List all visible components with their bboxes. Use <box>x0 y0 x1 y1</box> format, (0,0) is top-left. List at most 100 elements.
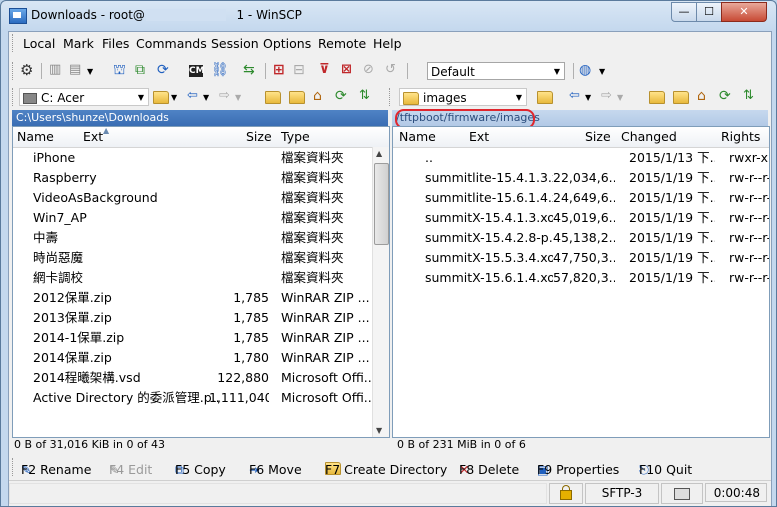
right-col-size[interactable]: Size <box>585 127 611 147</box>
left-drive-select[interactable]: C: Acer ▼ <box>19 88 149 106</box>
left-vertical-scrollbar[interactable]: ▲ ▼ <box>372 147 389 437</box>
folder-icon <box>403 92 419 105</box>
refresh-queue-icon[interactable]: ⟳ <box>157 62 175 80</box>
left-col-type[interactable]: Type <box>281 127 310 147</box>
table-row[interactable]: iPhone 檔案資料夾 <box>13 148 373 168</box>
queue-icon[interactable]: ⛫ <box>113 62 131 80</box>
table-row[interactable]: summitlite-15.6.1.4.x...24,649,6... 2015/… <box>393 188 769 208</box>
table-row[interactable]: summitlite-15.4.1.3.x...22,034,6... 2015/… <box>393 168 769 188</box>
right-col-rights[interactable]: Rights <box>721 127 760 147</box>
transfer-profile-select[interactable]: Default ▼ <box>427 62 565 80</box>
file-size: 45,019,6... <box>553 210 615 225</box>
elapsed-time-cell: 0:00:48 <box>705 483 767 502</box>
table-row[interactable]: 2014保單.zip 1,780 WinRAR ZIP ... <box>13 348 373 368</box>
left-file-panel[interactable]: Name Ext ▲ Size Type iPhone 檔案資料夾 Raspberr… <box>12 126 390 438</box>
putty-icon[interactable]: ⛓ <box>211 62 229 80</box>
right-root-dir-icon[interactable] <box>673 90 691 108</box>
left-forward-chevron-icon[interactable]: ▼ <box>235 93 253 111</box>
right-col-name[interactable]: Name <box>399 127 436 147</box>
right-refresh-icon[interactable]: ⟳ <box>719 88 737 106</box>
filter-icon[interactable]: ⊽ <box>319 62 337 80</box>
table-row[interactable]: Win7_AP 檔案資料夾 <box>13 208 373 228</box>
table-row[interactable]: 2012保單.zip 1,785 WinRAR ZIP ... <box>13 288 373 308</box>
synchronize-icon[interactable]: ▤ <box>69 62 87 80</box>
table-row[interactable]: Active Directory 的委派管理.p... 1,111,040 Micr… <box>13 388 373 408</box>
right-col-ext[interactable]: Ext <box>469 127 489 147</box>
menu-session[interactable]: Session <box>211 36 259 51</box>
clear-selection-icon[interactable]: ⊘ <box>363 62 381 80</box>
file-type: 檔案資料夾 <box>281 190 344 205</box>
copy-label: F5 Copy <box>175 462 226 477</box>
maximize-button[interactable]: ☐ <box>696 2 722 22</box>
left-root-dir-icon[interactable] <box>289 90 307 108</box>
close-button[interactable]: ✕ <box>721 2 767 22</box>
menu-mark[interactable]: Mark <box>63 36 94 51</box>
menu-help[interactable]: Help <box>373 36 402 51</box>
open-directory-icon[interactable] <box>153 90 171 108</box>
menu-options[interactable]: Options <box>263 36 311 51</box>
table-row[interactable]: 時尚惡魔 檔案資料夾 <box>13 248 373 268</box>
left-refresh-icon[interactable]: ⟳ <box>335 88 353 106</box>
globe-dropdown-chevron-icon[interactable]: ▼ <box>599 67 617 85</box>
file-size: 1,785 <box>233 310 269 325</box>
toolbar-grip[interactable] <box>12 62 16 80</box>
menu-files[interactable]: Files <box>102 36 129 51</box>
right-open-directory-icon[interactable] <box>537 90 555 108</box>
scroll-up-icon[interactable]: ▲ <box>376 149 382 158</box>
right-col-changed[interactable]: Changed <box>621 127 677 147</box>
left-parent-dir-icon[interactable] <box>265 90 283 108</box>
table-row[interactable]: summitX-15.4.1.3.xos 45,019,6... 2015/1/19… <box>393 208 769 228</box>
select-files-icon[interactable]: ⊞ <box>273 62 291 80</box>
transfer-settings-icon[interactable]: ⇆ <box>243 62 261 80</box>
address-toolbar: C: Acer ▼ ▼ ⇦ ▼ ⇨ ▼ ⌂ ⟳ ⇅ images ▼ ⇦ ▼ ⇨… <box>9 84 771 110</box>
table-row[interactable]: 2014-1保單.zip 1,785 WinRAR ZIP ... <box>13 328 373 348</box>
menu-local[interactable]: Local <box>23 36 55 51</box>
left-address-grip[interactable] <box>12 88 16 106</box>
table-row[interactable]: .. 2015/1/13 下... rwxr-xr-x <box>393 148 769 168</box>
right-directory-select[interactable]: images ▼ <box>399 88 527 106</box>
globe-icon[interactable]: ◍ <box>579 62 597 80</box>
move-label: F6 Move <box>249 462 302 477</box>
title-bar[interactable]: Downloads - root@1 1 - WinSCP — ☐ ✕ <box>1 1 776 31</box>
scroll-down-icon[interactable]: ▼ <box>376 426 382 435</box>
left-col-size[interactable]: Size <box>246 127 272 147</box>
terminal-icon[interactable]: CM <box>189 65 205 77</box>
left-sync-browse-icon[interactable]: ⇅ <box>359 88 377 106</box>
file-name: summitX-15.4.2.8-p... <box>425 230 553 245</box>
table-row[interactable]: summitX-15.6.1.4.xos 57,820,3... 2015/1/19… <box>393 268 769 288</box>
table-row[interactable]: VideoAsBackground 檔案資料夾 <box>13 188 373 208</box>
left-col-name[interactable]: Name <box>17 127 54 147</box>
table-row[interactable]: summitX-15.5.3.4.xos 47,750,3... 2015/1/19… <box>393 248 769 268</box>
right-file-panel[interactable]: Name Ext Size Changed Rights .. 2015/1/13… <box>392 126 770 438</box>
menu-commands[interactable]: Commands <box>136 36 207 51</box>
menu-remote[interactable]: Remote <box>318 36 366 51</box>
sync-dropdown-chevron-icon[interactable]: ▼ <box>87 67 105 85</box>
right-forward-chevron-icon[interactable]: ▼ <box>617 93 635 111</box>
right-address-grip[interactable] <box>389 88 393 106</box>
left-col-ext[interactable]: Ext <box>83 127 103 147</box>
file-size: 22,034,6... <box>553 170 615 185</box>
right-parent-dir-icon[interactable] <box>649 90 667 108</box>
left-scroll-thumb[interactable] <box>374 163 389 245</box>
table-row[interactable]: 2014程曦架構.vsd 122,880 Microsoft Offi... <box>13 368 373 388</box>
file-name: iPhone <box>33 150 76 165</box>
menu-grip[interactable] <box>12 34 16 52</box>
table-row[interactable]: 中壽 檔案資料夾 <box>13 228 373 248</box>
invert-selection-icon[interactable]: ⊠ <box>341 62 359 80</box>
file-size: 57,820,3... <box>553 270 615 285</box>
table-row[interactable]: Raspberry 檔案資料夾 <box>13 168 373 188</box>
minimize-button[interactable]: — <box>671 2 697 22</box>
add-to-queue-icon[interactable]: ⧉ <box>135 62 153 80</box>
table-row[interactable]: 網卡調校 檔案資料夾 <box>13 268 373 288</box>
table-row[interactable]: summitX-15.4.2.8-p... 45,138,2... 2015/1/1… <box>393 228 769 248</box>
right-home-icon[interactable]: ⌂ <box>697 88 715 106</box>
right-sync-browse-icon[interactable]: ⇅ <box>743 88 761 106</box>
left-home-icon[interactable]: ⌂ <box>313 88 331 106</box>
unselect-files-icon[interactable]: ⊟ <box>293 62 311 80</box>
restore-selection-icon[interactable]: ↺ <box>385 62 403 80</box>
file-size: 1,111,040 <box>209 390 269 405</box>
compare-directories-icon[interactable]: ▥ <box>49 62 67 80</box>
table-row[interactable]: 2013保單.zip 1,785 WinRAR ZIP ... <box>13 308 373 328</box>
preferences-gear-icon[interactable] <box>19 61 37 80</box>
fkey-grip[interactable] <box>12 458 16 476</box>
